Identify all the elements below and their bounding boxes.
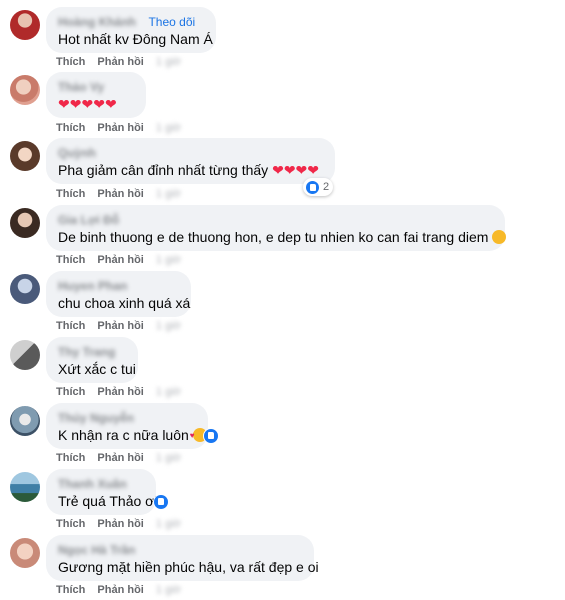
like-button[interactable]: Thích	[56, 188, 85, 200]
avatar[interactable]	[10, 274, 40, 304]
comment-text: ❤❤❤❤❤	[58, 95, 134, 114]
comment-actions: Thích Phản hồi 1 giờ	[56, 518, 190, 530]
reaction-count: 2	[323, 181, 330, 193]
smiling-face-emoji	[492, 230, 507, 244]
comment-actions: Thích Phản hồi 1 giờ	[56, 452, 190, 464]
comment-time[interactable]: 1 giờ	[156, 518, 181, 530]
red-heart-emoji: ❤	[69, 96, 82, 112]
reply-button[interactable]: Phản hồi	[97, 386, 143, 398]
comment-actions: Thích Phản hồi 1 giờ	[56, 584, 190, 596]
comment-text: Gương mặt hiền phúc hậu, va rất đẹp e oi	[58, 559, 319, 575]
comment-time[interactable]: 1 giờ	[156, 122, 181, 134]
comment-time[interactable]: 1 giờ	[156, 254, 181, 266]
comment-actions: Thích Phản hồi 1 giờ	[56, 386, 190, 398]
reply-button[interactable]: Phản hồi	[97, 452, 143, 464]
comment-bubble: Thy Trang Xứt xắc c tui	[46, 337, 138, 383]
comment-text: De binh thuong e de thuong hon, e dep tu…	[58, 228, 507, 247]
comment-text: chu choa xinh quá xá	[58, 295, 191, 311]
like-button[interactable]: Thích	[56, 122, 85, 134]
reply-button[interactable]: Phản hồi	[97, 122, 143, 134]
avatar[interactable]	[10, 208, 40, 238]
red-heart-emoji: ❤	[81, 96, 94, 112]
reply-button[interactable]: Phản hồi	[97, 320, 143, 332]
comment-actions: Thích Phản hồi 1 giờ	[56, 188, 190, 200]
avatar[interactable]	[10, 141, 40, 171]
reaction-count-badge[interactable]: 2	[303, 178, 334, 196]
reply-button[interactable]: Phản hồi	[97, 254, 143, 266]
like-reaction-icon[interactable]	[153, 494, 169, 510]
comment-text: Pha giảm cân đỉnh nhất từng thấy ❤❤❤❤	[58, 161, 323, 180]
comment-bubble: Gia Lợi Đỗ De binh thuong e de thuong ho…	[46, 205, 507, 251]
like-button[interactable]: Thích	[56, 386, 85, 398]
avatar[interactable]	[10, 406, 40, 436]
comment-author[interactable]: Hoàng Khánh	[58, 15, 136, 29]
like-button[interactable]: Thích	[56, 254, 85, 266]
comment-text-content: K nhận ra c nữa luôn	[58, 427, 189, 443]
comment-time[interactable]: 1 giờ	[156, 452, 181, 464]
comment-author[interactable]: Huyen Phan	[58, 279, 127, 293]
comment-text-content: De binh thuong e de thuong hon, e dep tu…	[58, 229, 489, 245]
like-button[interactable]: Thích	[56, 452, 85, 464]
follow-link[interactable]: Theo dõi	[148, 15, 195, 29]
like-reaction-icon	[305, 179, 320, 195]
reply-button[interactable]: Phản hồi	[97, 584, 143, 596]
red-heart-emoji: ❤	[283, 162, 296, 178]
comment-actions: Thích Phản hồi 1 giờ	[56, 122, 190, 134]
red-heart-emoji: ❤	[295, 162, 308, 178]
red-heart-emoji: ❤	[307, 162, 320, 178]
comment-bubble: Thanh Xuân Trẻ quá Thảo ơi	[46, 469, 158, 515]
comment-actions: Thích Phản hồi 1 giờ	[56, 56, 190, 68]
comment-author[interactable]: Thy Trang	[58, 345, 115, 359]
comment-bubble: Thảo Vy ❤❤❤❤❤	[46, 72, 146, 118]
comment-author[interactable]: Gia Lợi Đỗ	[58, 213, 119, 227]
comment-author[interactable]: Thảo Vy	[58, 80, 104, 94]
reply-button[interactable]: Phản hồi	[97, 56, 143, 68]
reply-button[interactable]: Phản hồi	[97, 188, 143, 200]
comment-text: Xứt xắc c tui	[58, 361, 136, 377]
comment-text: Hot nhất kv Đông Nam Á	[58, 31, 213, 47]
like-button[interactable]: Thích	[56, 584, 85, 596]
comment-time[interactable]: 1 giờ	[156, 320, 181, 332]
comment-text: Trẻ quá Thảo ơi	[58, 493, 158, 509]
like-reaction-icon[interactable]	[203, 428, 219, 444]
comment-bubble: Hoàng Khánh Theo dõi Hot nhất kv Đông Na…	[46, 7, 216, 53]
avatar[interactable]	[10, 538, 40, 568]
comment-time[interactable]: 1 giờ	[156, 584, 181, 596]
comment-bubble: Thúy Nguyễn K nhận ra c nữa luôn	[46, 403, 210, 449]
avatar[interactable]	[10, 10, 40, 40]
comment-time[interactable]: 1 giờ	[156, 56, 181, 68]
comment-bubble: Quỳnh Pha giảm cân đỉnh nhất từng thấy ❤…	[46, 138, 335, 184]
comment-actions: Thích Phản hồi 1 giờ	[56, 254, 190, 266]
like-button[interactable]: Thích	[56, 518, 85, 530]
comment-bubble: Huyen Phan chu choa xinh quá xá	[46, 271, 191, 317]
comment-author[interactable]: Thanh Xuân	[58, 477, 127, 491]
like-button[interactable]: Thích	[56, 320, 85, 332]
like-button[interactable]: Thích	[56, 56, 85, 68]
avatar[interactable]	[10, 340, 40, 370]
comment-text-content: Pha giảm cân đỉnh nhất từng thấy	[58, 162, 269, 178]
red-heart-emoji: ❤	[58, 96, 70, 112]
comment-bubble: Ngọc Hà Trần Gương mặt hiền phúc hậu, va…	[46, 535, 319, 581]
red-heart-emoji: ❤	[272, 162, 284, 178]
comment-author[interactable]: Ngọc Hà Trần	[58, 543, 135, 557]
comment-author[interactable]: Quỳnh	[58, 146, 96, 160]
comment-author[interactable]: Thúy Nguyễn	[58, 411, 134, 425]
comment-actions: Thích Phản hồi 1 giờ	[56, 320, 190, 332]
red-heart-emoji: ❤	[93, 96, 105, 112]
red-heart-emoji: ❤	[104, 96, 117, 112]
comment-time[interactable]: 1 giờ	[156, 188, 181, 200]
comment-text: K nhận ra c nữa luôn	[58, 426, 210, 445]
reply-button[interactable]: Phản hồi	[97, 518, 143, 530]
comment-time[interactable]: 1 giờ	[156, 386, 181, 398]
avatar[interactable]	[10, 472, 40, 502]
avatar[interactable]	[10, 75, 40, 105]
